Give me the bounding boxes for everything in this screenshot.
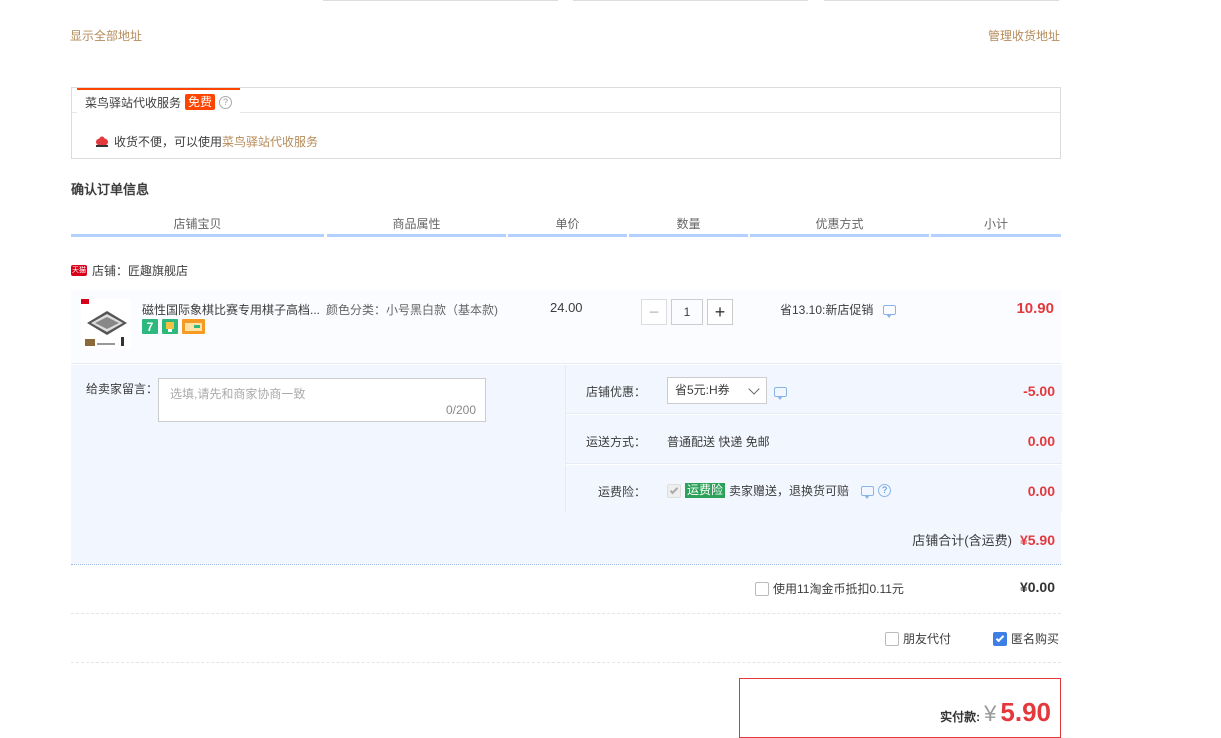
divider <box>71 564 1061 565</box>
insurance-badge: 运费险 <box>685 483 726 498</box>
seller-message-label: 给卖家留言： <box>86 382 159 396</box>
shipping-row: 运送方式： 普通配送 快递 免邮 0.00 <box>566 415 1062 464</box>
help-icon[interactable]: ? <box>219 95 233 109</box>
character-counter: 0/200 <box>445 403 476 417</box>
shop-total: 店铺合计(含运费) ¥5.90 <box>912 530 1055 549</box>
discount-chat-icon[interactable] <box>774 387 787 400</box>
cainiao-service-link[interactable]: 菜鸟驿站代收服务 <box>222 133 318 150</box>
payment-total: 实付款: ¥ 5.90 <box>940 697 1051 728</box>
column-header: 优惠方式 <box>750 215 929 237</box>
insurance-info: 运费险 卖家赠送，退换货可赔 ? <box>667 482 892 499</box>
product-thumbnail[interactable] <box>81 299 131 349</box>
cainiao-tab-label: 菜鸟驿站代收服务 <box>85 95 182 110</box>
column-header: 小计 <box>931 215 1061 237</box>
order-table-header: 店铺宝贝 商品属性 单价 数量 优惠方式 小计 <box>71 215 1061 237</box>
quantity-input[interactable]: 1 <box>671 299 703 325</box>
payment-label: 实付款: <box>940 710 981 724</box>
store-discount-row: 店铺优惠： 省5元:H券 -5.00 <box>566 365 1062 414</box>
address-card-edge <box>323 0 558 1</box>
order-options-panel: 店铺优惠： 省5元:H券 -5.00 运送方式： 普通配送 快递 免邮 0.00… <box>565 365 1062 513</box>
promotion: 省13.10:新店促销 <box>780 301 897 318</box>
insurance-label: 运费险： <box>597 485 646 499</box>
insurance-checkbox <box>667 483 681 498</box>
quantity-decrease-button[interactable]: − <box>641 299 667 325</box>
order-detail-panel: 给卖家留言： 选填,请先和商家协商一致 0/200 店铺优惠： 省5元:H券 -… <box>71 365 1062 564</box>
column-header: 单价 <box>508 215 627 237</box>
payment-amount: 5.90 <box>1000 697 1051 727</box>
shipping-method: 普通配送 快递 免邮 <box>667 435 770 449</box>
anonymous-buy-checkbox[interactable] <box>993 631 1007 646</box>
shop-total-amount: ¥5.90 <box>1019 532 1055 548</box>
friend-pay-checkbox[interactable] <box>885 631 899 646</box>
item-subtotal: 10.90 <box>1016 300 1054 317</box>
cainiao-bird-icon <box>96 136 108 147</box>
tab-cainiao-service[interactable]: 菜鸟驿站代收服务 免费 ? <box>77 88 241 114</box>
insurance-text: 卖家赠送，退换货可赔 <box>729 484 850 498</box>
cainiao-service-panel: 菜鸟驿站代收服务 免费 ? 收货不便，可以使用 菜鸟驿站代收服务 <box>71 87 1061 159</box>
shop-name[interactable]: 店铺：匠趣旗舰店 <box>92 262 188 279</box>
card-payment-icon <box>182 319 205 334</box>
insurance-row: 运费险： 运费险 卖家赠送，退换货可赔 ? 0.00 <box>566 465 1062 513</box>
shop-total-label: 店铺合计(含运费) <box>912 533 1012 548</box>
tmall-icon: 天猫 <box>71 265 87 276</box>
free-badge: 免费 <box>185 94 216 110</box>
shipping-label: 运送方式： <box>585 435 646 449</box>
help-icon[interactable]: ? <box>878 484 892 497</box>
section-title: 确认订单信息 <box>71 182 150 197</box>
svg-text:7: 7 <box>147 320 154 334</box>
manage-addresses-link[interactable]: 管理收货地址 <box>988 27 1060 44</box>
cainiao-notice-text: 收货不便，可以使用 <box>114 135 223 149</box>
currency-symbol: ¥ <box>984 701 997 726</box>
friend-pay-label: 朋友代付 <box>903 632 952 646</box>
quantity-increase-button[interactable]: + <box>707 299 733 325</box>
order-item-row: 磁性国际象棋比赛专用棋子高档... 7 颜色分类：小号黑白款（基本款) 24.0… <box>71 290 1061 364</box>
service-badge-icon <box>162 319 178 334</box>
shop-header: 天猫 店铺：匠趣旗舰店 <box>71 262 188 279</box>
product-attribute: 颜色分类：小号黑白款（基本款) <box>326 303 498 317</box>
insurance-chat-icon[interactable] <box>861 485 875 499</box>
taobao-coins-checkbox[interactable] <box>755 581 769 596</box>
7-day-return-icon: 7 <box>142 319 158 334</box>
chevron-down-icon <box>748 383 760 395</box>
insurance-amount: 0.00 <box>1027 483 1055 499</box>
promotion-text: 省13.10:新店促销 <box>780 303 874 317</box>
service-icons: 7 <box>142 319 205 334</box>
address-card-edge <box>573 0 808 1</box>
address-card-edge <box>824 0 1059 1</box>
cainiao-notice: 收货不便，可以使用 菜鸟驿站代收服务 <box>94 133 318 150</box>
store-discount-amount: -5.00 <box>1023 383 1055 399</box>
taobao-coins-amount: ¥0.00 <box>1019 579 1055 595</box>
promo-chat-icon[interactable] <box>883 304 897 318</box>
friend-pay-option: 朋友代付 <box>885 630 951 647</box>
store-discount-label: 店铺优惠： <box>585 385 646 399</box>
product-title[interactable]: 磁性国际象棋比赛专用棋子高档... <box>142 301 322 318</box>
column-header: 店铺宝贝 <box>71 215 324 237</box>
seller-message-input[interactable]: 选填,请先和商家协商一致 0/200 <box>158 378 486 422</box>
anonymous-buy-option: 匿名购买 <box>993 630 1059 647</box>
taobao-coins-option: 使用11淘金币抵扣0.11元 <box>755 580 904 597</box>
column-header: 数量 <box>629 215 748 237</box>
column-header: 商品属性 <box>327 215 506 237</box>
divider <box>71 662 1061 663</box>
store-discount-select[interactable]: 省5元:H券 <box>667 377 767 404</box>
store-discount-value: 省5元:H券 <box>675 383 730 397</box>
shipping-amount: 0.00 <box>1027 433 1055 449</box>
payment-summary: 实付款: ¥ 5.90 <box>739 678 1061 738</box>
quantity-stepper: − 1 + <box>641 299 733 325</box>
unit-price: 24.00 <box>550 300 583 315</box>
seller-message-placeholder: 选填,请先和商家协商一致 <box>170 387 306 401</box>
taobao-coins-label: 使用11淘金币抵扣0.11元 <box>773 582 904 596</box>
divider <box>71 613 1061 614</box>
anonymous-buy-label: 匿名购买 <box>1011 632 1060 646</box>
show-all-addresses-link[interactable]: 显示全部地址 <box>70 27 142 44</box>
